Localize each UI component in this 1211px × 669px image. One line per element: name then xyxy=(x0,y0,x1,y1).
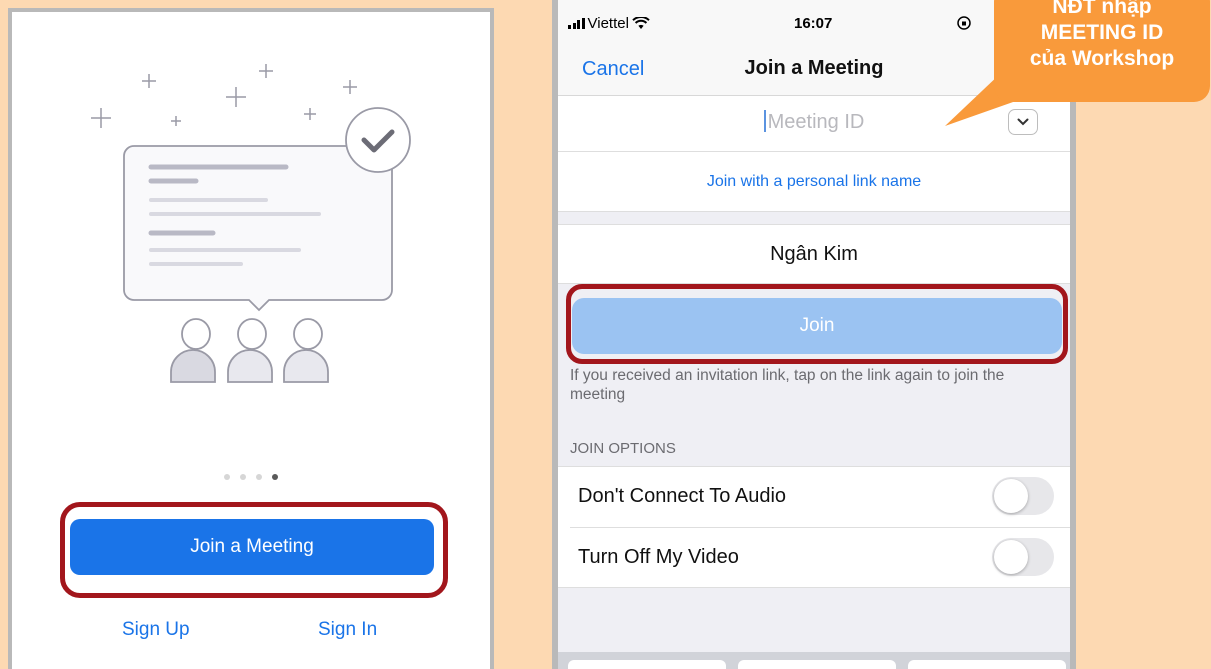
option-video: Turn Off My Video xyxy=(558,528,1070,588)
meeting-id-input[interactable]: Meeting ID xyxy=(558,110,1070,134)
audio-toggle[interactable] xyxy=(992,477,1054,515)
callout-line: MEETING ID xyxy=(1040,21,1164,44)
status-time: 16:07 xyxy=(794,15,833,32)
video-toggle[interactable] xyxy=(992,538,1054,576)
personal-link-row[interactable]: Join with a personal link name xyxy=(558,152,1070,212)
meeting-illustration xyxy=(91,64,411,383)
meeting-id-placeholder: Meeting ID xyxy=(767,111,865,133)
join-meeting-screen: Viettel 16:07 Cancel Join a Meeting Meet… xyxy=(552,0,1076,669)
callout-line: của Workshop xyxy=(1029,47,1175,70)
join-options-header: JOIN OPTIONS xyxy=(570,440,676,457)
annotation-callout: NĐT nhập MEETING ID của Workshop xyxy=(994,0,1210,102)
carousel-dots[interactable] xyxy=(12,474,490,480)
option-video-label: Turn Off My Video xyxy=(578,546,739,568)
text-caret xyxy=(763,110,766,132)
signal-bars-icon xyxy=(568,18,585,29)
screen-rotation-lock-icon xyxy=(957,16,971,30)
personal-link-button[interactable]: Join with a personal link name xyxy=(558,152,1070,211)
carousel-dot-active[interactable] xyxy=(272,474,278,480)
display-name-row[interactable]: Ngân Kim xyxy=(558,224,1070,284)
toggle-knob xyxy=(994,479,1028,513)
join-button-highlight xyxy=(60,502,448,598)
toggle-knob xyxy=(994,540,1028,574)
welcome-screen: Join a Meeting Sign Up Sign In xyxy=(8,8,494,669)
carousel-dot[interactable] xyxy=(240,474,246,480)
keyboard-key[interactable] xyxy=(568,660,726,669)
option-audio-label: Don't Connect To Audio xyxy=(578,485,787,507)
meeting-id-row[interactable]: Meeting ID xyxy=(558,96,1070,152)
join-button-highlight xyxy=(566,284,1068,364)
carrier-info: Viettel xyxy=(568,15,650,32)
wifi-icon xyxy=(632,17,650,29)
carousel-dot[interactable] xyxy=(224,474,230,480)
option-audio: Don't Connect To Audio xyxy=(558,467,1070,528)
invitation-hint: If you received an invitation link, tap … xyxy=(570,367,1005,403)
callout-line: NĐT nhập xyxy=(1052,0,1152,18)
carousel-dot[interactable] xyxy=(256,474,262,480)
sign-up-link[interactable]: Sign Up xyxy=(122,619,190,641)
chevron-down-icon xyxy=(1017,118,1029,126)
sign-in-link[interactable]: Sign In xyxy=(318,619,377,641)
join-options-list: Don't Connect To Audio Turn Off My Video xyxy=(558,466,1070,588)
keyboard-key[interactable] xyxy=(908,660,1066,669)
display-name-field[interactable]: Ngân Kim xyxy=(558,225,1070,283)
carrier-name: Viettel xyxy=(587,15,629,32)
meeting-id-dropdown-button[interactable] xyxy=(1008,109,1038,135)
keyboard-top xyxy=(558,652,1070,669)
keyboard-key[interactable] xyxy=(738,660,896,669)
